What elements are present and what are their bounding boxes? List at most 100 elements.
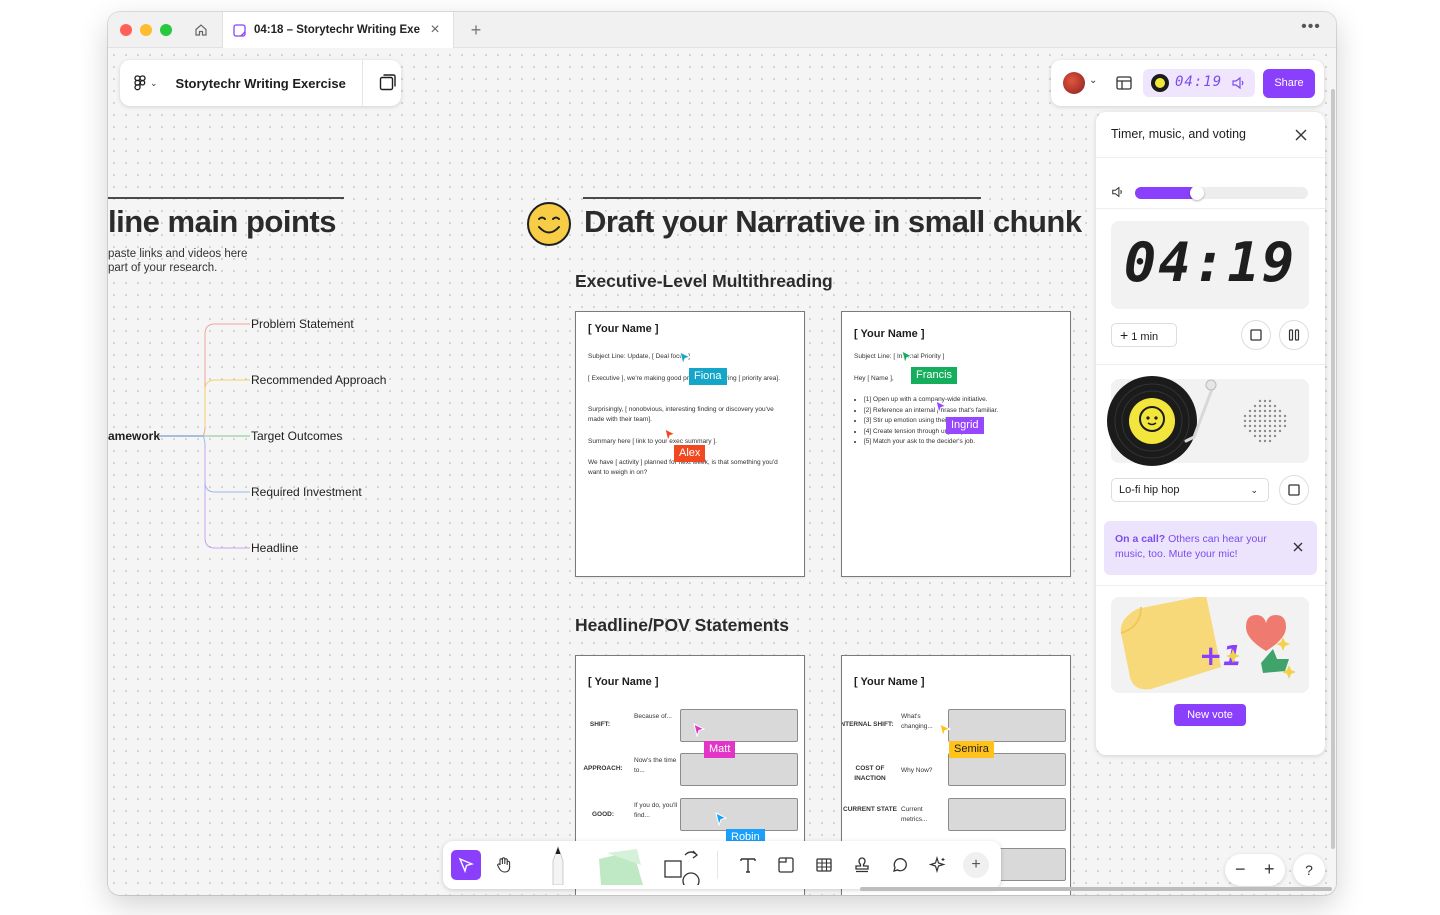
volume-icon[interactable]	[1231, 75, 1247, 91]
maximize-window-button[interactable]	[160, 24, 172, 36]
tab-title: 04:18 – Storytechr Writing Exercise	[254, 24, 420, 36]
comment-tool[interactable]	[885, 850, 915, 880]
more-tools-button[interactable]: +	[961, 850, 991, 880]
section-title: line main points	[108, 204, 336, 239]
horizontal-scrollbar[interactable]	[860, 887, 1332, 891]
vinyl-record-icon	[1107, 376, 1217, 466]
layout-button[interactable]	[1115, 74, 1133, 97]
cursor-label-fiona: Fiona	[689, 368, 727, 385]
text-icon	[740, 858, 756, 873]
panel-title: Timer, music, and voting	[1111, 127, 1247, 141]
branch-connector	[202, 435, 250, 493]
pages-button[interactable]	[378, 72, 398, 97]
doc-name: [ Your Name ]	[588, 323, 659, 335]
divider	[1096, 208, 1325, 209]
mind-map-node[interactable]: Recommended Approach	[251, 373, 386, 387]
volume-fill	[1135, 187, 1198, 199]
text-tool[interactable]	[733, 850, 763, 880]
stop-timer-button[interactable]	[1241, 320, 1271, 350]
marker-icon	[552, 845, 564, 885]
stop-icon	[1250, 329, 1262, 341]
cursor-arrow-icon	[679, 351, 691, 365]
app-window: 04:18 – Storytechr Writing Exercise × + …	[108, 12, 1336, 895]
input-box[interactable]	[948, 798, 1066, 831]
close-icon[interactable]	[1292, 126, 1310, 144]
cursor-label-semira: Semira	[949, 741, 994, 758]
pause-icon	[1288, 329, 1300, 341]
input-box[interactable]	[948, 709, 1066, 742]
branch-connector	[204, 379, 250, 427]
section-rule	[108, 197, 344, 199]
plus-icon: +	[1120, 327, 1129, 343]
main-menu-button[interactable]: ⌄	[134, 75, 158, 91]
bottom-toolbar: +	[443, 841, 1001, 889]
figma-logo-icon	[134, 75, 146, 91]
browser-tab[interactable]: 04:18 – Storytechr Writing Exercise ×	[222, 12, 454, 48]
hand-tool[interactable]	[489, 850, 519, 880]
note-line: paste links and videos here	[108, 248, 248, 260]
zoom-in-icon[interactable]: +	[1264, 859, 1275, 880]
stamp-icon	[855, 857, 869, 873]
doc-text: Subject Line: [ Internal Priority ]	[854, 353, 945, 360]
new-tab-button[interactable]: +	[464, 18, 488, 42]
row-label: COST OF INACTION	[854, 765, 886, 782]
vertical-scrollbar[interactable]	[1331, 89, 1335, 849]
cursor-arrow-icon	[939, 723, 951, 737]
mind-map-node[interactable]: Target Outcomes	[251, 429, 342, 443]
mind-map-node[interactable]: Problem Statement	[251, 317, 354, 331]
more-options-button[interactable]: •••	[1296, 18, 1326, 42]
close-window-button[interactable]	[120, 24, 132, 36]
row-label: CURRENT STATE	[843, 806, 897, 813]
add-minute-label: 1 min	[1131, 331, 1159, 343]
table-tool[interactable]	[809, 850, 839, 880]
chevron-down-icon[interactable]: ⌄	[1089, 75, 1097, 86]
mind-map-node[interactable]: Required Investment	[251, 485, 362, 499]
call-warning-bold: On a call?	[1115, 533, 1166, 545]
close-icon[interactable]	[1291, 540, 1305, 554]
input-box[interactable]	[680, 753, 798, 786]
row-label: SHIFT:	[589, 721, 611, 728]
template-document[interactable]: [ Your Name ] Subject Line: [ Internal P…	[841, 311, 1071, 577]
volume-icon[interactable]	[1111, 185, 1125, 199]
marker-tool[interactable]	[543, 845, 573, 885]
stop-music-button[interactable]	[1279, 475, 1309, 505]
avatar[interactable]	[1063, 72, 1085, 94]
help-button[interactable]: ?	[1293, 854, 1325, 886]
cursor-arrow-icon	[901, 350, 913, 364]
volume-slider[interactable]	[1135, 186, 1308, 200]
sticky-note-tool[interactable]	[593, 845, 647, 885]
move-tool[interactable]	[451, 850, 481, 880]
share-button[interactable]: Share	[1263, 69, 1315, 98]
volume-slider-handle[interactable]	[1190, 186, 1205, 200]
stamp-tool[interactable]	[847, 850, 877, 880]
copy-icon	[379, 74, 396, 91]
minimize-window-button[interactable]	[140, 24, 152, 36]
new-vote-button[interactable]: New vote	[1174, 704, 1246, 726]
timer-pill[interactable]: 04:19	[1143, 69, 1255, 97]
layout-icon	[1116, 76, 1132, 90]
voting-illustration: +1	[1111, 597, 1309, 693]
canvas[interactable]: ⌄ Storytechr Writing Exercise ⌄ 04:19 Sh…	[108, 49, 1336, 895]
doc-name: [ Your Name ]	[854, 328, 925, 340]
add-minute-button[interactable]: + 1 min	[1111, 323, 1177, 347]
zoom-out-icon[interactable]: −	[1235, 859, 1246, 880]
sparkle-icon	[929, 856, 946, 874]
branch-connector	[204, 445, 250, 549]
home-button[interactable]	[188, 18, 214, 42]
file-menu-card: ⌄ Storytechr Writing Exercise	[120, 60, 401, 106]
section-tool[interactable]	[771, 850, 801, 880]
mind-map-root[interactable]: amework	[108, 429, 160, 443]
doc-name: [ Your Name ]	[854, 676, 925, 688]
shape-tool[interactable]	[661, 845, 701, 885]
tab-close-icon[interactable]: ×	[428, 21, 442, 39]
divider	[1096, 585, 1325, 586]
mind-map-node[interactable]: Headline	[251, 541, 298, 555]
music-select[interactable]: Lo-fi hip hop ⌄	[1111, 478, 1269, 502]
pause-timer-button[interactable]	[1279, 320, 1309, 350]
file-name[interactable]: Storytechr Writing Exercise	[176, 76, 346, 91]
speaker-icon	[1243, 399, 1287, 443]
ai-tool[interactable]	[923, 850, 953, 880]
input-box[interactable]	[680, 798, 798, 831]
cursor-arrow-icon	[935, 400, 947, 414]
timer-digits: 04:19	[1123, 231, 1297, 294]
